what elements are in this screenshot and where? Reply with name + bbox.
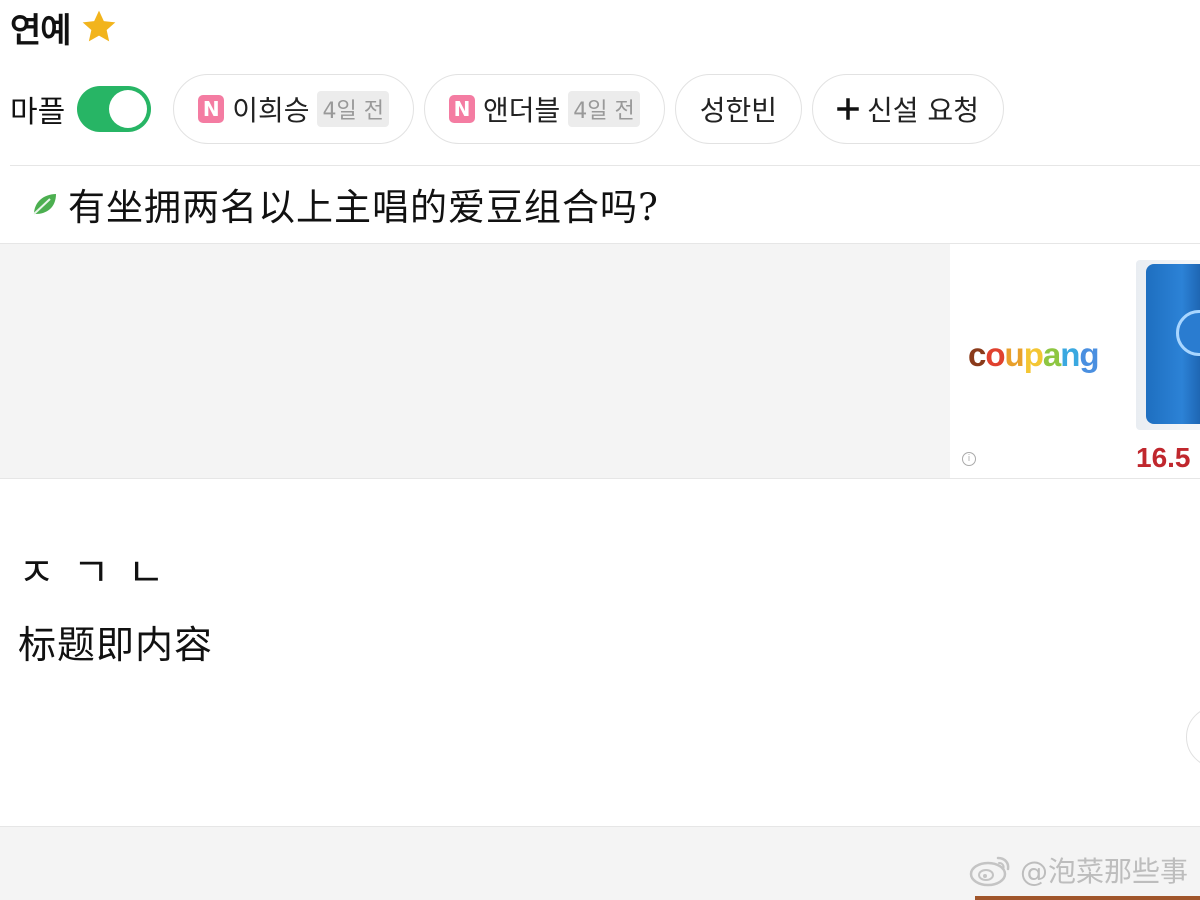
ad-banner-area: coupang i 16.5 <box>0 243 1200 479</box>
chip-time: 4일 전 <box>317 91 389 127</box>
watermark-text: @泡菜那些事 <box>1019 855 1188 888</box>
board-chip-row: 마플 N 이희승 4일 전 N 앤더블 4일 전 성한빈 신설 요청 <box>10 72 1004 146</box>
section-title[interactable]: 연예 <box>10 3 72 52</box>
new-badge-icon: N <box>198 95 225 123</box>
chip-time: 4일 전 <box>568 91 640 127</box>
post-title: 有坐拥两名以上主唱的爱豆组合吗? <box>68 186 659 229</box>
chip-label: 이희승 <box>232 94 310 127</box>
product-can <box>1146 264 1200 424</box>
watermark: @泡菜那些事 <box>968 850 1188 890</box>
star-icon[interactable] <box>79 7 119 47</box>
chip-label: 성한빈 <box>699 94 778 127</box>
ad-product-image <box>1136 260 1200 430</box>
plus-icon <box>837 92 859 126</box>
leaf-icon <box>24 184 64 224</box>
chip-andable[interactable]: N 앤더블 4일 전 <box>423 74 665 144</box>
post-body-text: 标题即内容 <box>18 623 214 667</box>
post-body-jamo: ㅈㄱㄴ <box>18 550 183 596</box>
chip-lee-hee-seung[interactable]: N 이희승 4일 전 <box>173 74 414 144</box>
post-title-row: 有坐拥两名以上主唱的爱豆组合吗? <box>24 172 659 236</box>
floating-action-button[interactable] <box>1186 706 1200 768</box>
chip-label: 앤더블 <box>482 94 561 127</box>
section-header: 연예 <box>10 2 119 52</box>
chip-label: 신설 요청 <box>867 94 979 127</box>
new-badge-icon: N <box>448 95 475 123</box>
request-new-board-button[interactable]: 신설 요청 <box>812 74 1004 144</box>
footer-accent-bar <box>975 896 1200 900</box>
weibo-icon <box>968 852 1014 888</box>
mapple-toggle-group: 마플 <box>10 86 152 132</box>
divider <box>10 165 1200 166</box>
coupang-ad-card[interactable]: coupang i 16.5 <box>950 244 1200 478</box>
coupang-logo: coupang <box>968 336 1100 373</box>
page: 연예 마플 N 이희승 4일 전 N 앤더블 4일 전 성한빈 신설 요청 有坐… <box>0 0 1200 900</box>
toggle-knob <box>109 90 148 128</box>
info-icon[interactable]: i <box>962 452 976 466</box>
ad-price: 16.5 <box>1136 442 1191 473</box>
chip-sung-hanbin[interactable]: 성한빈 <box>674 74 803 144</box>
mapple-toggle[interactable] <box>77 86 152 132</box>
mapple-label: 마플 <box>10 95 66 130</box>
